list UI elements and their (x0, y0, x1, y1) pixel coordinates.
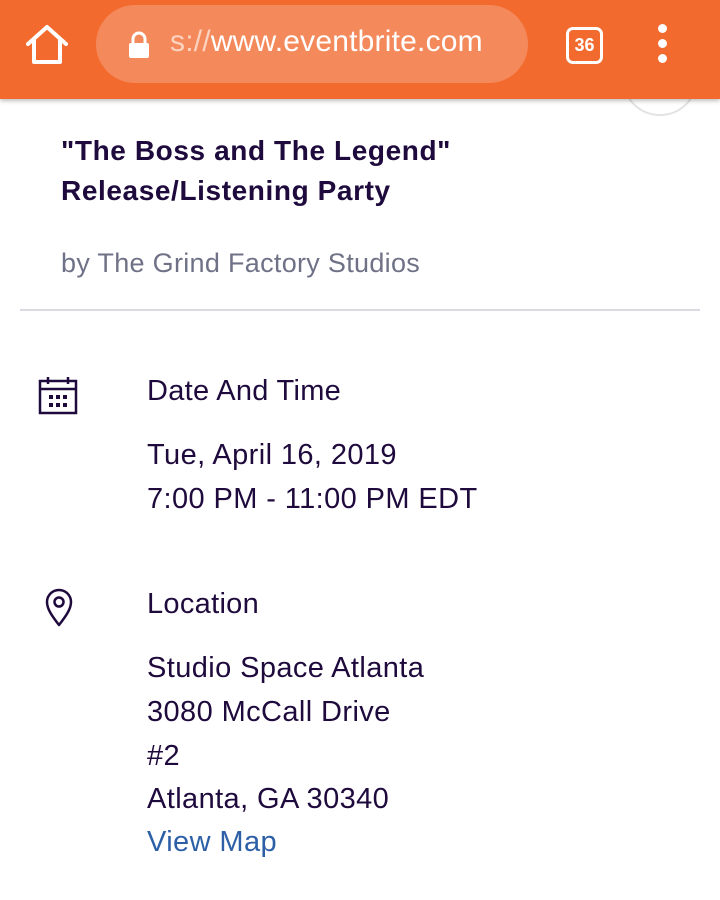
url-host: www.eventbrite.com (210, 25, 483, 58)
venue-name: Studio Space Atlanta (147, 652, 425, 684)
event-title-line-2: Release/Listening Party (61, 175, 391, 206)
address-bar[interactable]: s://www.eventbrite.com (96, 5, 528, 83)
home-icon (26, 25, 68, 64)
event-title: "The Boss and The Legend" Release/Listen… (61, 131, 621, 211)
street-address: 3080 McCall Drive (147, 696, 391, 728)
city-state-zip: Atlanta, GA 30340 (147, 783, 390, 815)
event-time: 7:00 PM - 11:00 PM EDT (147, 483, 478, 515)
tab-switcher-icon[interactable]: 36 (566, 27, 603, 64)
menu-dot (658, 54, 667, 63)
lock-icon (129, 31, 149, 58)
more-vert-icon[interactable] (652, 24, 674, 64)
url-scheme: s:// (170, 25, 211, 58)
home-button[interactable] (24, 24, 70, 66)
calendar-icon (38, 377, 78, 415)
date-time-heading: Date And Time (147, 375, 342, 407)
event-title-line-1: "The Boss and The Legend" (61, 135, 452, 166)
location-heading: Location (147, 588, 260, 620)
url-text[interactable]: s://www.eventbrite.com (170, 25, 483, 59)
menu-dot (658, 24, 667, 33)
map-pin-icon (45, 588, 73, 627)
divider (20, 309, 700, 311)
organizer-name: by The Grind Factory Studios (61, 248, 421, 278)
address-unit: #2 (147, 740, 181, 772)
browser-toolbar: s://www.eventbrite.com 36 (0, 0, 720, 99)
tab-count-label: 36 (574, 35, 595, 55)
view-map-link[interactable]: View Map (147, 826, 277, 859)
menu-dot (658, 39, 667, 48)
event-date: Tue, April 16, 2019 (147, 439, 397, 471)
